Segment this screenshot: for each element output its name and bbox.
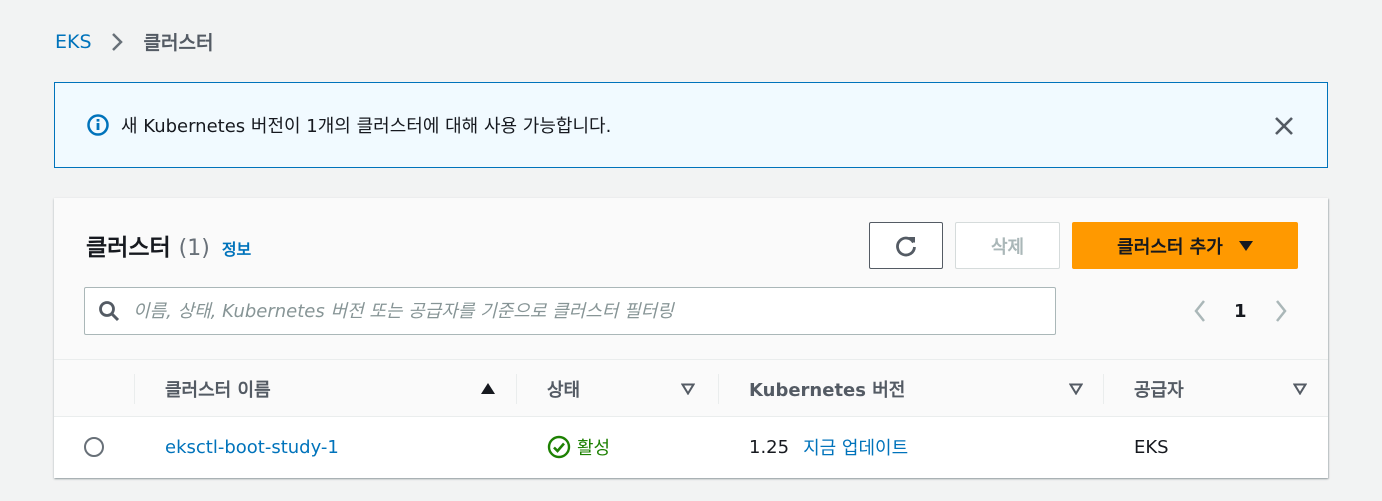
provider-value: EKS [1134,436,1169,458]
breadcrumb: EKS 클러스터 [55,28,213,55]
column-header-name[interactable]: 클러스터 이름 [165,360,495,417]
search-icon [99,301,120,322]
info-banner: 새 Kubernetes 버전이 1개의 클러스터에 대해 사용 가능합니다. [54,82,1328,168]
column-header-provider[interactable]: 공급자 [1134,360,1307,417]
breadcrumb-current: 클러스터 [143,32,214,54]
breadcrumb-eks-link[interactable]: EKS [55,31,92,53]
update-now-link[interactable]: 지금 업데이트 [803,434,908,460]
info-banner-message: 새 Kubernetes 버전이 1개의 클러스터에 대해 사용 가능합니다. [121,116,612,137]
info-link[interactable]: 정보 [222,236,251,260]
status-text: 활성 [577,438,611,459]
version-value: 1.25 [749,436,790,458]
search-box[interactable] [84,287,1056,335]
delete-button-label: 삭제 [990,236,1025,258]
status-cell: 활성 [547,417,610,477]
panel-heading: 클러스터 [86,235,171,261]
sort-icon [681,383,695,395]
sort-ascending-icon [481,383,495,394]
column-divider [516,374,517,404]
row-select-cell [84,417,104,477]
column-header-version[interactable]: Kubernetes 버전 [749,360,1083,417]
column-divider [718,374,719,404]
sort-icon [1069,383,1083,395]
delete-button[interactable]: 삭제 [955,222,1060,269]
chevron-right-icon [111,32,123,51]
provider-cell: EKS [1134,417,1169,477]
current-page[interactable]: 1 [1234,301,1247,322]
version-cell: 1.25 지금 업데이트 [749,417,908,477]
cluster-name-cell: eksctl-boot-study-1 [165,417,339,477]
table-header: 클러스터 이름 상태 Kubernetes 버전 공급자 [54,360,1328,417]
sort-icon [1293,383,1307,395]
refresh-button[interactable] [869,222,943,269]
info-icon [87,114,109,136]
panel-title: 클러스터 (1) 정보 [86,228,251,262]
caret-down-icon [1238,240,1253,251]
close-icon[interactable] [1271,113,1297,139]
column-header-status[interactable]: 상태 [547,360,695,417]
pagination: 1 [1188,294,1293,328]
row-radio[interactable] [84,437,104,457]
check-circle-icon [547,435,571,459]
status-badge: 활성 [547,434,610,460]
chevron-left-icon[interactable] [1188,294,1212,328]
cluster-name-link[interactable]: eksctl-boot-study-1 [165,437,339,458]
clusters-panel: 클러스터 (1) 정보 삭제 클러스터 추가 이름, 상태, Kubernete… [54,198,1328,478]
add-cluster-label: 클러스터 추가 [1117,236,1223,258]
panel-header: 클러스터 (1) 정보 삭제 클러스터 추가 이름, 상태, Kubernete… [54,198,1328,360]
add-cluster-button[interactable]: 클러스터 추가 [1072,222,1298,269]
table-row: eksctl-boot-study-1 활성 1.25 지금 업데이트 EKS [54,417,1328,477]
chevron-right-icon[interactable] [1269,294,1293,328]
search-input[interactable] [133,300,1033,322]
column-divider [1103,374,1104,404]
cluster-count: (1) [178,236,210,261]
column-divider [134,374,135,404]
refresh-icon [896,236,916,256]
